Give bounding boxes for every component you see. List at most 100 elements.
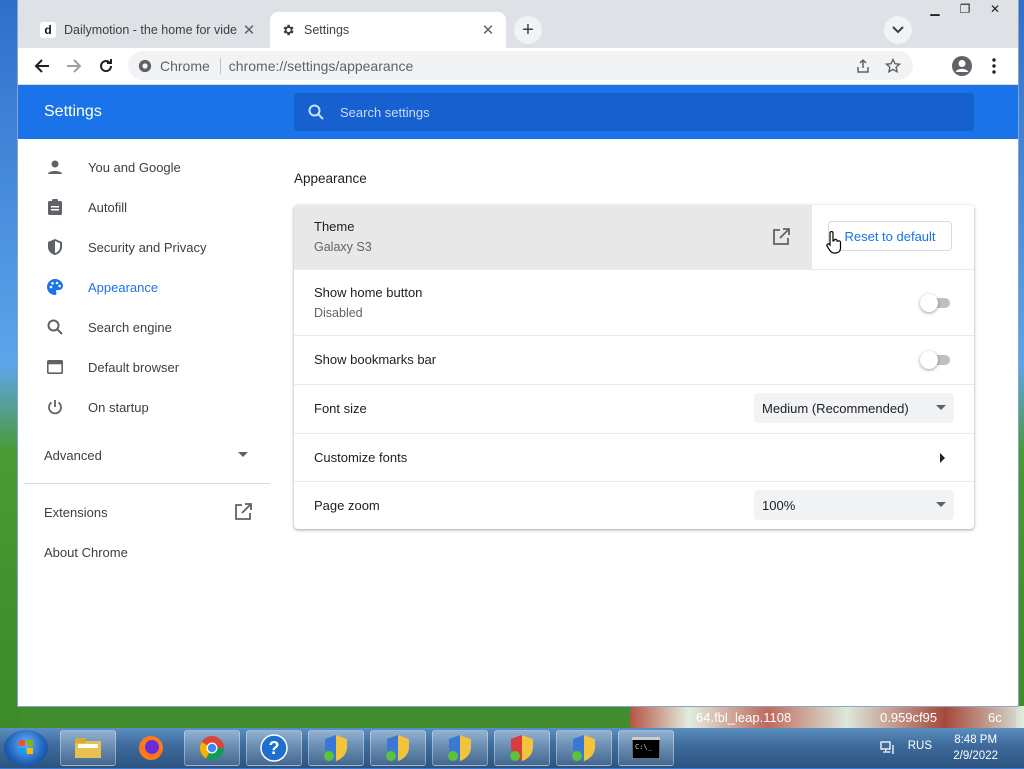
taskbar-chrome[interactable] (184, 730, 240, 766)
palette-icon (46, 278, 64, 296)
theme-row: Theme Galaxy S3 Reset to default (294, 205, 974, 269)
chip-label: Chrome (160, 57, 210, 74)
security-shield-icon (324, 735, 347, 761)
start-button[interactable] (4, 730, 48, 766)
reset-theme-button[interactable]: Reset to default (828, 221, 952, 251)
extensions-label: Extensions (44, 504, 108, 520)
browser-toolbar: Chrome chrome://settings/appearance (18, 48, 1018, 85)
network-icon[interactable] (880, 740, 896, 756)
chevron-right-icon (940, 453, 945, 463)
menu-button[interactable] (982, 54, 1006, 78)
star-icon[interactable] (885, 57, 901, 74)
customize-fonts-row[interactable]: Customize fonts (294, 433, 974, 481)
tab-dailymotion[interactable]: d Dailymotion - the home for vide ✕ (30, 12, 267, 48)
search-icon (46, 318, 64, 336)
share-icon[interactable] (855, 58, 871, 74)
shield-icon (46, 238, 64, 256)
taskbar-security-5[interactable] (556, 730, 612, 766)
home-button-row[interactable]: Show home button Disabled (294, 269, 974, 335)
sidebar-item-autofill[interactable]: Autofill (18, 187, 268, 227)
maximize-button[interactable]: ❐ (950, 0, 980, 18)
sidebar-item-search-engine[interactable]: Search engine (18, 307, 268, 347)
close-window-button[interactable]: ✕ (980, 0, 1010, 18)
overlay-text-2: 0.959cf95 (880, 710, 938, 725)
kebab-menu-icon (992, 58, 996, 74)
chrome-icon (138, 59, 152, 72)
clock[interactable]: 8:48 PM 2/9/2022 (953, 732, 998, 764)
taskbar-command-prompt[interactable]: C:\_ (618, 730, 674, 766)
back-button[interactable] (30, 54, 54, 78)
home-button-toggle[interactable] (920, 294, 952, 312)
terminal-icon: C:\_ (632, 737, 660, 759)
sidebar-item-default-browser[interactable]: Default browser (18, 347, 268, 387)
close-tab-icon[interactable]: ✕ (480, 22, 496, 39)
profile-avatar-icon (952, 56, 972, 76)
sidebar-item-appearance[interactable]: Appearance (18, 267, 268, 307)
tab-title: Dailymotion - the home for vide (64, 23, 237, 37)
taskbar-security-3[interactable] (432, 730, 488, 766)
home-button-label: Show home button (314, 285, 423, 300)
sidebar-item-label: Appearance (88, 279, 159, 295)
favicon-letter: d (40, 22, 56, 38)
sidebar-item-about-chrome[interactable]: About Chrome (18, 532, 268, 572)
external-link-icon[interactable] (772, 228, 790, 246)
address-bar[interactable]: Chrome chrome://settings/appearance (128, 51, 913, 80)
sidebar-advanced-toggle[interactable]: Advanced (18, 435, 268, 475)
advanced-label: Advanced (44, 447, 102, 463)
firefox-icon (139, 736, 163, 760)
settings-search[interactable] (294, 93, 974, 131)
sidebar-item-on-startup[interactable]: On startup (18, 387, 268, 427)
dropdown-arrow-icon (936, 502, 946, 507)
bookmarks-bar-toggle[interactable] (920, 351, 952, 369)
bookmarks-bar-label: Show bookmarks bar (314, 352, 437, 367)
page-zoom-select[interactable]: 100% (754, 490, 954, 520)
dropdown-arrow-icon (936, 405, 946, 410)
close-tab-icon[interactable]: ✕ (241, 22, 257, 39)
taskbar-help[interactable]: ? (246, 730, 302, 766)
caret-down-icon (238, 452, 248, 457)
profile-button[interactable] (950, 54, 974, 78)
search-icon (308, 104, 324, 120)
minimize-button[interactable]: ▁ (920, 0, 950, 18)
sidebar-item-label: You and Google (88, 159, 181, 175)
page-zoom-value: 100% (762, 497, 796, 513)
customize-fonts-label: Customize fonts (314, 450, 408, 465)
sidebar-item-extensions[interactable]: Extensions (18, 492, 268, 532)
tab-title: Settings (304, 23, 350, 37)
sidebar-item-label: Search engine (88, 319, 172, 335)
url-text[interactable]: chrome://settings/appearance (229, 58, 855, 74)
language-indicator[interactable]: RUS (908, 740, 932, 752)
taskbar-security-2[interactable] (370, 730, 426, 766)
search-settings-input[interactable] (338, 103, 942, 121)
security-shield-icon (510, 735, 533, 761)
person-icon (46, 158, 64, 176)
security-shield-icon (448, 735, 471, 761)
sidebar-item-security-privacy[interactable]: Security and Privacy (18, 227, 268, 267)
clock-date: 2/9/2022 (953, 750, 998, 762)
new-tab-button[interactable]: + (514, 16, 542, 44)
page-zoom-row: Page zoom 100% (294, 481, 974, 529)
sidebar-item-you-and-google[interactable]: You and Google (18, 147, 268, 187)
taskbar-security-4[interactable] (494, 730, 550, 766)
omnibox-separator (219, 57, 221, 74)
sidebar-item-label: Default browser (88, 359, 180, 375)
tab-search-button[interactable] (884, 16, 912, 44)
bookmarks-bar-row[interactable]: Show bookmarks bar (294, 335, 974, 384)
site-info-chip[interactable]: Chrome (138, 58, 210, 74)
theme-value: Galaxy S3 (314, 240, 372, 254)
font-size-select[interactable]: Medium (Recommended) (754, 393, 954, 423)
security-shield-icon (572, 735, 595, 761)
reload-icon (100, 59, 113, 73)
taskbar-security-1[interactable] (308, 730, 364, 766)
home-button-status: Disabled (314, 306, 363, 320)
tab-settings[interactable]: Settings ✕ (270, 12, 506, 48)
taskbar-explorer[interactable] (60, 730, 116, 766)
theme-row-highlight[interactable] (294, 205, 812, 269)
about-chrome-label: About Chrome (44, 544, 128, 560)
theme-label: Theme (314, 219, 355, 234)
taskbar-firefox[interactable] (126, 730, 176, 766)
reload-button[interactable] (94, 54, 118, 78)
settings-header: Settings (18, 85, 1018, 139)
desktop-background-left (0, 0, 20, 730)
forward-button[interactable] (62, 54, 86, 78)
